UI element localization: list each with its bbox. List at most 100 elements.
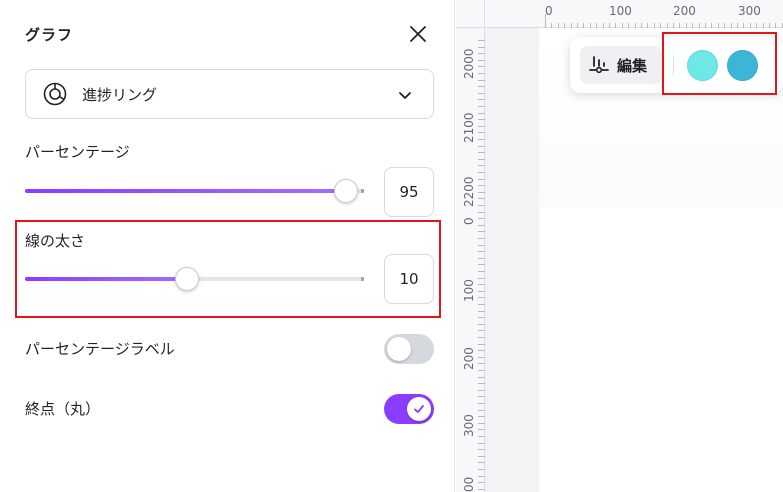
highlight-box-colors (662, 32, 777, 95)
ruler-tick (478, 132, 485, 133)
percentage-label: パーセンテージ (25, 143, 130, 161)
ruler-tick (641, 23, 642, 28)
percentage-input[interactable]: 95 (384, 167, 434, 217)
ruler-tick (673, 23, 674, 28)
ruler-left-label: 100 (462, 279, 476, 302)
ruler-tick (478, 436, 485, 437)
ruler-tick (478, 482, 485, 483)
ruler-tick (478, 86, 485, 87)
check-icon (414, 405, 424, 413)
ruler-left-label: 00 (462, 476, 476, 492)
ruler-tick (478, 344, 485, 345)
ruler-tick (478, 297, 485, 298)
ruler-tick (478, 80, 485, 81)
ruler-tick (478, 245, 485, 246)
ruler-tick (478, 225, 485, 226)
end-cap-toggle[interactable] (384, 394, 434, 424)
ruler-tick (724, 23, 725, 28)
ruler-tick (603, 23, 604, 28)
ruler-tick (478, 126, 485, 127)
percentage-label-toggle[interactable] (384, 334, 434, 364)
ruler-tick (478, 231, 485, 232)
ruler-tick (478, 449, 485, 450)
ruler-tick (478, 416, 485, 417)
end-cap-label: 終点（丸） (25, 400, 101, 418)
ruler-tick (478, 47, 485, 48)
ruler-tick (654, 23, 655, 28)
ruler-tick (622, 23, 623, 28)
ruler-tick (628, 23, 629, 28)
ruler-tick (478, 423, 485, 424)
ruler-tick (478, 403, 485, 404)
ruler-tick (478, 73, 485, 74)
ruler-tick (699, 23, 700, 28)
ruler-tick (478, 317, 485, 318)
ruler-tick (478, 390, 485, 391)
close-icon (410, 26, 426, 42)
ruler-tick (737, 23, 738, 28)
ruler-tick (478, 198, 485, 199)
ruler-tick (478, 165, 485, 166)
ruler-corner (456, 0, 485, 28)
progress-ring-icon (43, 82, 67, 106)
ruler-top-label: 200 (673, 4, 696, 18)
ruler-tick (478, 476, 485, 477)
ruler-tick (775, 23, 776, 28)
ruler-left-label: 300 (462, 414, 476, 437)
ruler-tick (478, 212, 485, 213)
ruler-tick (705, 23, 706, 28)
ruler-tick (478, 357, 485, 358)
ruler-tick (478, 238, 485, 239)
edit-button-label: 編集 (617, 56, 648, 75)
ruler-tick (478, 324, 485, 325)
ruler-tick (478, 278, 485, 279)
ruler-tick (667, 23, 668, 28)
ruler-tick (478, 462, 485, 463)
close-button[interactable] (404, 20, 432, 48)
ruler-left-label: 2200 (462, 176, 476, 207)
toggle-knob (387, 337, 411, 361)
chart-type-value: 進捗リング (82, 85, 158, 104)
edit-button[interactable]: 編集 (580, 46, 662, 84)
ruler-tick (478, 469, 485, 470)
ruler-tick (609, 23, 610, 28)
ruler-tick (679, 23, 680, 28)
ruler-tick (478, 311, 485, 312)
ruler-tick (692, 23, 693, 28)
ruler-tick (478, 443, 485, 444)
ruler-tick (478, 258, 485, 259)
ruler-tick (478, 429, 485, 430)
ruler-tick (763, 23, 764, 28)
ruler-tick (478, 192, 485, 193)
ruler-tick (478, 93, 485, 94)
ruler-tick (478, 113, 485, 114)
ruler-tick (583, 23, 584, 28)
ruler-tick (478, 410, 485, 411)
ruler-tick (660, 23, 661, 28)
ruler-tick (478, 218, 485, 219)
highlight-box-line-width (15, 220, 441, 318)
chart-type-dropdown[interactable]: 進捗リング (25, 69, 434, 119)
ruler-tick (478, 172, 485, 173)
ruler-tick (615, 23, 616, 28)
ruler-tick (743, 23, 744, 28)
ruler-tick (478, 66, 485, 67)
ruler-tick (478, 271, 485, 272)
ruler-tick (478, 159, 485, 160)
ruler-tick (478, 179, 485, 180)
percentage-slider[interactable] (25, 179, 364, 203)
ruler-top-label: 0 (545, 4, 553, 18)
ruler-tick (478, 251, 485, 252)
ruler-tick (478, 284, 485, 285)
ruler-tick (756, 23, 757, 28)
ruler-left-label: 200 (462, 347, 476, 370)
ruler-tick (478, 60, 485, 61)
ruler-tick (478, 377, 485, 378)
ruler-tick (590, 23, 591, 28)
slider-thumb[interactable] (334, 179, 358, 203)
ruler-tick (577, 23, 578, 28)
ruler-tick (478, 304, 485, 305)
ruler-tick (635, 23, 636, 28)
ruler-tick (551, 23, 552, 28)
slider-fill (25, 189, 346, 193)
